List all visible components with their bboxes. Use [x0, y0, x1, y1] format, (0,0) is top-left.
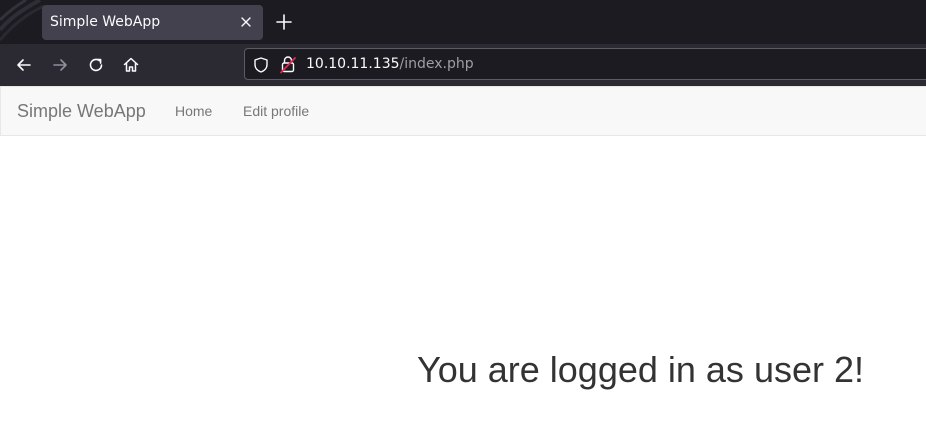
- home-icon[interactable]: [121, 55, 141, 75]
- url-bar[interactable]: 10.10.11.135/index.php: [244, 48, 926, 80]
- site-brand[interactable]: Simple WebApp: [17, 101, 146, 122]
- tabstrip-decoration: [0, 0, 44, 41]
- nav-link-edit-profile[interactable]: Edit profile: [243, 103, 309, 119]
- close-icon[interactable]: [237, 13, 255, 31]
- insecure-lock-icon[interactable]: [279, 55, 297, 74]
- url-text[interactable]: 10.10.11.135/index.php: [306, 56, 474, 72]
- tab-title: Simple WebApp: [50, 14, 161, 30]
- url-host: 10.10.11.135: [306, 56, 400, 72]
- nav-toolbar: 10.10.11.135/index.php: [0, 44, 926, 86]
- arrow-left-icon[interactable]: [14, 55, 34, 75]
- url-path: /index.php: [399, 56, 474, 72]
- nav-link-home[interactable]: Home: [175, 103, 212, 119]
- logged-in-message: You are logged in as user 2!: [417, 349, 864, 390]
- browser-chrome: Simple WebApp 10.10.11.135/index.php: [0, 0, 926, 86]
- tab-strip: Simple WebApp: [0, 0, 926, 44]
- reload-icon[interactable]: [86, 55, 106, 75]
- tab-simple-webapp[interactable]: Simple WebApp: [42, 5, 263, 40]
- shield-icon[interactable]: [252, 56, 270, 74]
- site-navbar: Simple WebApp Home Edit profile: [0, 86, 926, 136]
- plus-icon[interactable]: [275, 13, 293, 31]
- arrow-right-icon[interactable]: [50, 55, 70, 75]
